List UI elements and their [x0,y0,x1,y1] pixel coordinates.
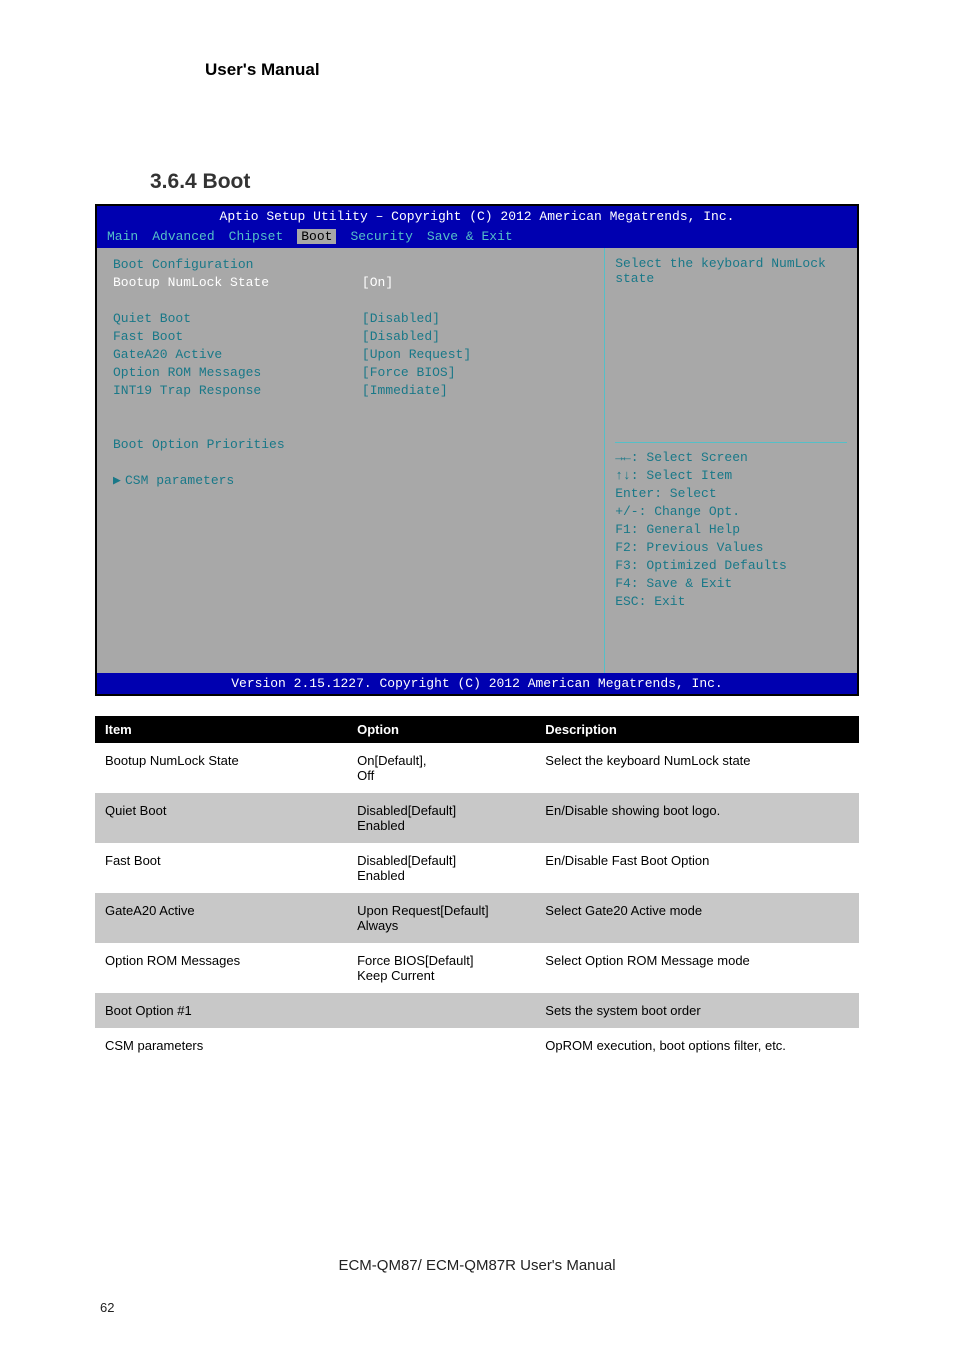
boot-config-header: Boot Configuration [113,256,588,274]
table-row: Fast Boot Disabled[Default] Enabled En/D… [95,843,859,893]
cell-item: Boot Option #1 [95,993,347,1028]
key-f4: F4: Save & Exit [615,575,847,593]
th-item: Item [95,716,347,743]
opt-quietboot-label: Quiet Boot [113,310,362,328]
bios-help-text: Select the keyboard NumLock state [615,256,847,286]
opt-int19-value: [Immediate] [362,382,588,400]
cell-option [347,1028,535,1063]
bios-tab-chipset: Chipset [229,229,284,244]
bios-right-pane: Select the keyboard NumLock state →←: Se… [605,248,857,673]
cell-desc: Select Gate20 Active mode [535,893,859,943]
key-esc: ESC: Exit [615,593,847,611]
csm-parameters-submenu: ▶ CSM parameters [113,472,588,490]
bios-tab-save-exit: Save & Exit [427,229,513,244]
cell-item: Bootup NumLock State [95,743,347,793]
cell-item: Fast Boot [95,843,347,893]
key-f3: F3: Optimized Defaults [615,557,847,575]
table-row: Boot Option #1 Sets the system boot orde… [95,993,859,1028]
bios-tab-boot: Boot [297,229,336,244]
bios-screenshot: Aptio Setup Utility – Copyright (C) 2012… [95,204,859,696]
cell-desc: Sets the system boot order [535,993,859,1028]
table-row: Option ROM Messages Force BIOS[Default] … [95,943,859,993]
table-row: Bootup NumLock State On[Default], Off Se… [95,743,859,793]
opt-oprom-value: [Force BIOS] [362,364,588,382]
cell-option [347,993,535,1028]
cell-desc: En/Disable showing boot logo. [535,793,859,843]
cell-option: Disabled[Default] Enabled [347,793,535,843]
th-option: Option [347,716,535,743]
key-select-screen: →←: Select Screen [615,449,847,467]
submenu-arrow-icon: ▶ [113,472,125,490]
opt-gatea20-value: [Upon Request] [362,346,588,364]
opt-fastboot-value: [Disabled] [362,328,588,346]
page-number: 62 [100,1300,114,1315]
cell-item: GateA20 Active [95,893,347,943]
key-f2: F2: Previous Values [615,539,847,557]
opt-numlock-label: Bootup NumLock State [113,274,362,292]
bios-left-pane: Boot Configuration Bootup NumLock State … [97,248,605,673]
section-title: 3.6.4 Boot [150,170,859,194]
document-header: User's Manual [205,60,859,80]
bios-tab-security: Security [350,229,412,244]
opt-quietboot-value: [Disabled] [362,310,588,328]
key-enter: Enter: Select [615,485,847,503]
table-row: CSM parameters OpROM execution, boot opt… [95,1028,859,1063]
bios-tab-main: Main [107,229,138,244]
key-change-opt: +/-: Change Opt. [615,503,847,521]
csm-parameters-label: CSM parameters [125,472,234,490]
opt-gatea20-label: GateA20 Active [113,346,362,364]
opt-numlock-value: [On] [362,274,588,292]
cell-item: CSM parameters [95,1028,347,1063]
cell-option: Disabled[Default] Enabled [347,843,535,893]
cell-option: Upon Request[Default] Always [347,893,535,943]
options-table: Item Option Description Bootup NumLock S… [95,716,859,1063]
cell-option: Force BIOS[Default] Keep Current [347,943,535,993]
bios-titlebar: Aptio Setup Utility – Copyright (C) 2012… [97,206,857,227]
bios-key-legend: →←: Select Screen ↑↓: Select Item Enter:… [615,442,847,665]
bios-tab-row: Main Advanced Chipset Boot Security Save… [97,227,857,248]
cell-item: Option ROM Messages [95,943,347,993]
cell-desc: OpROM execution, boot options filter, et… [535,1028,859,1063]
cell-desc: Select Option ROM Message mode [535,943,859,993]
opt-int19-label: INT19 Trap Response [113,382,362,400]
footer-line: ECM-QM87/ ECM-QM87R User's Manual [0,1257,954,1274]
boot-priorities-header: Boot Option Priorities [113,436,588,454]
key-select-item: ↑↓: Select Item [615,467,847,485]
cell-desc: Select the keyboard NumLock state [535,743,859,793]
opt-oprom-label: Option ROM Messages [113,364,362,382]
opt-fastboot-label: Fast Boot [113,328,362,346]
table-row: GateA20 Active Upon Request[Default] Alw… [95,893,859,943]
cell-item: Quiet Boot [95,793,347,843]
table-row: Quiet Boot Disabled[Default] Enabled En/… [95,793,859,843]
bios-footer: Version 2.15.1227. Copyright (C) 2012 Am… [97,673,857,694]
key-f1: F1: General Help [615,521,847,539]
bios-tab-advanced: Advanced [152,229,214,244]
cell-option: On[Default], Off [347,743,535,793]
cell-desc: En/Disable Fast Boot Option [535,843,859,893]
th-desc: Description [535,716,859,743]
